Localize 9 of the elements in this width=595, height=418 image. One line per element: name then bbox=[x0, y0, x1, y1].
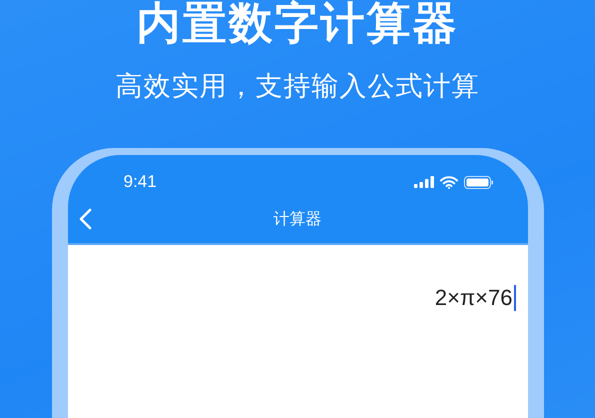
signal-icon bbox=[414, 176, 434, 188]
back-icon[interactable] bbox=[78, 208, 92, 230]
text-cursor bbox=[514, 285, 516, 311]
nav-title: 计算器 bbox=[274, 208, 322, 230]
battery-icon bbox=[464, 176, 494, 188]
status-time: 9:41 bbox=[124, 172, 157, 192]
subtitle: 高效实用，支持输入公式计算 bbox=[116, 70, 480, 104]
expression-field[interactable]: 2×π×76 bbox=[434, 285, 512, 311]
wifi-icon bbox=[440, 176, 458, 188]
